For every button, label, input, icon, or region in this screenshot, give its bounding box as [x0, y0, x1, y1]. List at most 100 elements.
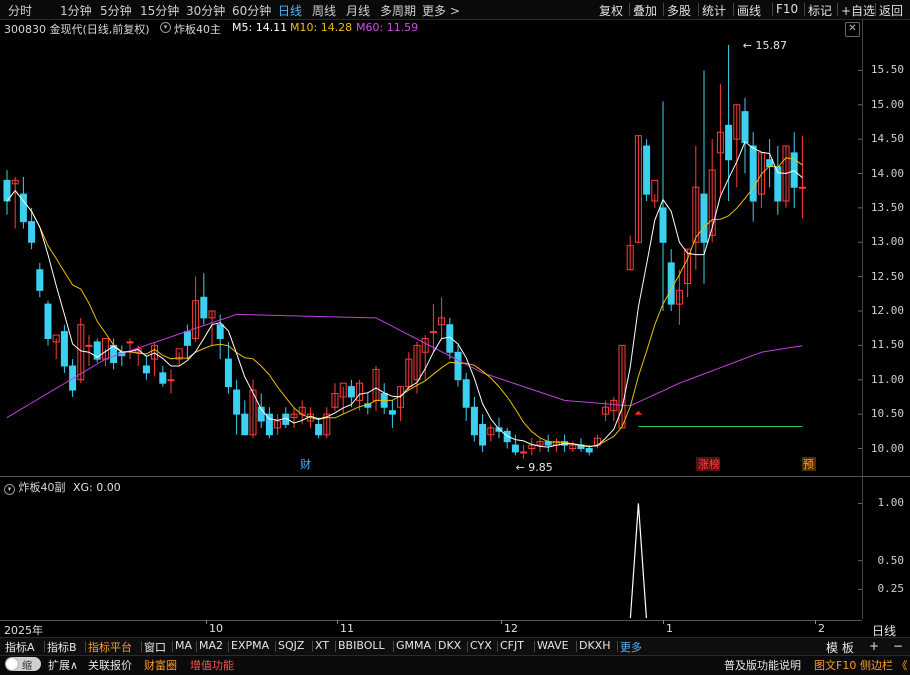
candle	[643, 139, 651, 201]
candle	[397, 386, 405, 421]
candle-body	[216, 324, 224, 339]
status-link[interactable]: 关联报价	[88, 657, 132, 673]
candle	[495, 417, 503, 439]
indicator-tab[interactable]: BBIBOLL	[338, 639, 385, 652]
x-axis-label: 10	[209, 622, 223, 635]
toolbar-button[interactable]: 画线	[737, 2, 761, 19]
candle	[626, 235, 634, 271]
period-tab[interactable]: 多周期	[380, 2, 416, 19]
indicator-tab[interactable]: SQJZ	[278, 639, 304, 652]
candle	[52, 334, 60, 360]
indicator-tab[interactable]: CYX	[470, 639, 492, 652]
candle	[151, 341, 159, 377]
toolbar-button[interactable]: +自选	[841, 2, 875, 19]
price-tick: 14.50	[870, 132, 904, 146]
indicator-name[interactable]: 炸板40主	[174, 21, 221, 37]
indicator-tab[interactable]: MA	[175, 639, 192, 652]
candle	[36, 262, 44, 298]
candle-body	[798, 186, 806, 189]
sub-axis-tick: 1.00	[877, 496, 905, 510]
status-link[interactable]: 扩展∧	[48, 657, 78, 673]
status-link[interactable]: 增值功能	[190, 657, 234, 673]
indicator-tab[interactable]: WAVE	[537, 639, 569, 652]
candle	[782, 145, 790, 208]
sidebar-toggle[interactable]: 侧边栏 《	[860, 657, 908, 673]
candle	[19, 176, 27, 229]
candle	[315, 417, 323, 439]
period-tab[interactable]: 1分钟	[60, 2, 92, 19]
template-button[interactable]: 模 板	[826, 639, 854, 656]
panel-divider	[0, 476, 910, 477]
indicator-tab[interactable]: GMMA	[396, 639, 431, 652]
indicator-tab[interactable]: DKX	[438, 639, 461, 652]
tab-separator	[196, 641, 197, 652]
candle-body	[585, 448, 593, 453]
indicator-toggle-icon[interactable]: ▾	[160, 22, 171, 33]
period-tab[interactable]: 周线	[312, 2, 336, 19]
finance-marker: 财	[300, 457, 311, 471]
price-tick: 13.00	[870, 235, 904, 249]
zoom-out-button[interactable]: −	[893, 639, 903, 653]
candlestick-chart[interactable]: ← 15.87 ← 9.85 财 涨榜 预	[0, 36, 862, 476]
toolbar-button[interactable]: F10	[776, 2, 798, 16]
indicator-tab[interactable]: CFJT	[500, 639, 524, 652]
toolbar-button[interactable]: 叠加	[633, 2, 657, 19]
candle	[85, 335, 93, 366]
candle-body	[667, 262, 675, 305]
feature-help-link[interactable]: 普及版功能说明	[724, 657, 801, 673]
period-tab[interactable]: 60分钟	[232, 2, 271, 19]
indicator-tab[interactable]: MA2	[199, 639, 223, 652]
toolbar-button[interactable]: 标记	[808, 2, 832, 19]
collapse-toggle[interactable]: 缩	[5, 657, 41, 672]
status-links: 扩展∧ 关联报价 财富圈 增值功能	[46, 657, 466, 673]
indicator-tab[interactable]: DKXH	[579, 639, 611, 652]
ma10-value: M10: 14.28	[290, 21, 353, 34]
candle-body	[142, 365, 150, 374]
period-tab[interactable]: 15分钟	[140, 2, 179, 19]
f10-link[interactable]: 图文F10	[814, 657, 856, 673]
indicator-tab[interactable]: EXPMA	[231, 639, 269, 652]
period-tab[interactable]: 30分钟	[186, 2, 225, 19]
zoom-in-button[interactable]: +	[869, 639, 879, 653]
candle	[716, 84, 724, 195]
tab-separator	[275, 641, 276, 652]
window-close-icon[interactable]: ✕	[845, 22, 860, 37]
status-link[interactable]: 财富圈	[144, 657, 177, 673]
candle-body	[347, 386, 355, 398]
sub-indicator-chart[interactable]	[0, 490, 862, 620]
period-tab[interactable]: 分时	[8, 2, 32, 19]
indicator-tab[interactable]: 指标平台	[88, 639, 132, 655]
x-axis-label: 1	[666, 622, 673, 635]
toolbar-button[interactable]: 复权	[599, 2, 623, 19]
candle	[323, 407, 331, 439]
period-tab[interactable]: 5分钟	[100, 2, 132, 19]
price-tick: 13.50	[870, 200, 904, 214]
tab-separator	[44, 641, 45, 652]
candle	[757, 152, 765, 208]
toolbar-separator	[663, 3, 664, 16]
indicator-tab[interactable]: 窗口	[144, 639, 166, 655]
price-tick: 15.50	[870, 63, 904, 77]
indicator-tab[interactable]: 指标B	[47, 639, 77, 655]
candle	[142, 355, 150, 380]
candle	[798, 135, 806, 219]
indicator-tab[interactable]: XT	[315, 639, 329, 652]
toolbar-button[interactable]: 统计	[702, 2, 726, 19]
period-tab[interactable]: 更多 >	[422, 2, 460, 19]
sub-axis: 1.00 0.50 0.25	[863, 490, 910, 620]
toolbar-button[interactable]: 返回	[879, 2, 903, 19]
candle-body	[265, 413, 273, 436]
indicator-tab[interactable]: 指标A	[5, 639, 35, 655]
toolbar-button[interactable]: 多股	[667, 2, 691, 19]
period-tab[interactable]: 月线	[346, 2, 370, 19]
period-tab[interactable]: 日线	[278, 2, 302, 19]
candle	[454, 345, 462, 387]
x-axis: 2025年 10 11 12 1 2	[0, 620, 862, 637]
candle	[528, 438, 536, 456]
candle	[347, 379, 355, 408]
indicator-tab[interactable]: 更多	[620, 639, 642, 655]
candle	[741, 97, 749, 174]
indicator-tabs-bar: 指标A 指标B 指标平台 窗口 MA MA2 EXPMA SQJZ XT BBIBOLL GMMA D…	[0, 637, 910, 655]
candle	[462, 372, 470, 421]
candle-body	[725, 124, 733, 161]
